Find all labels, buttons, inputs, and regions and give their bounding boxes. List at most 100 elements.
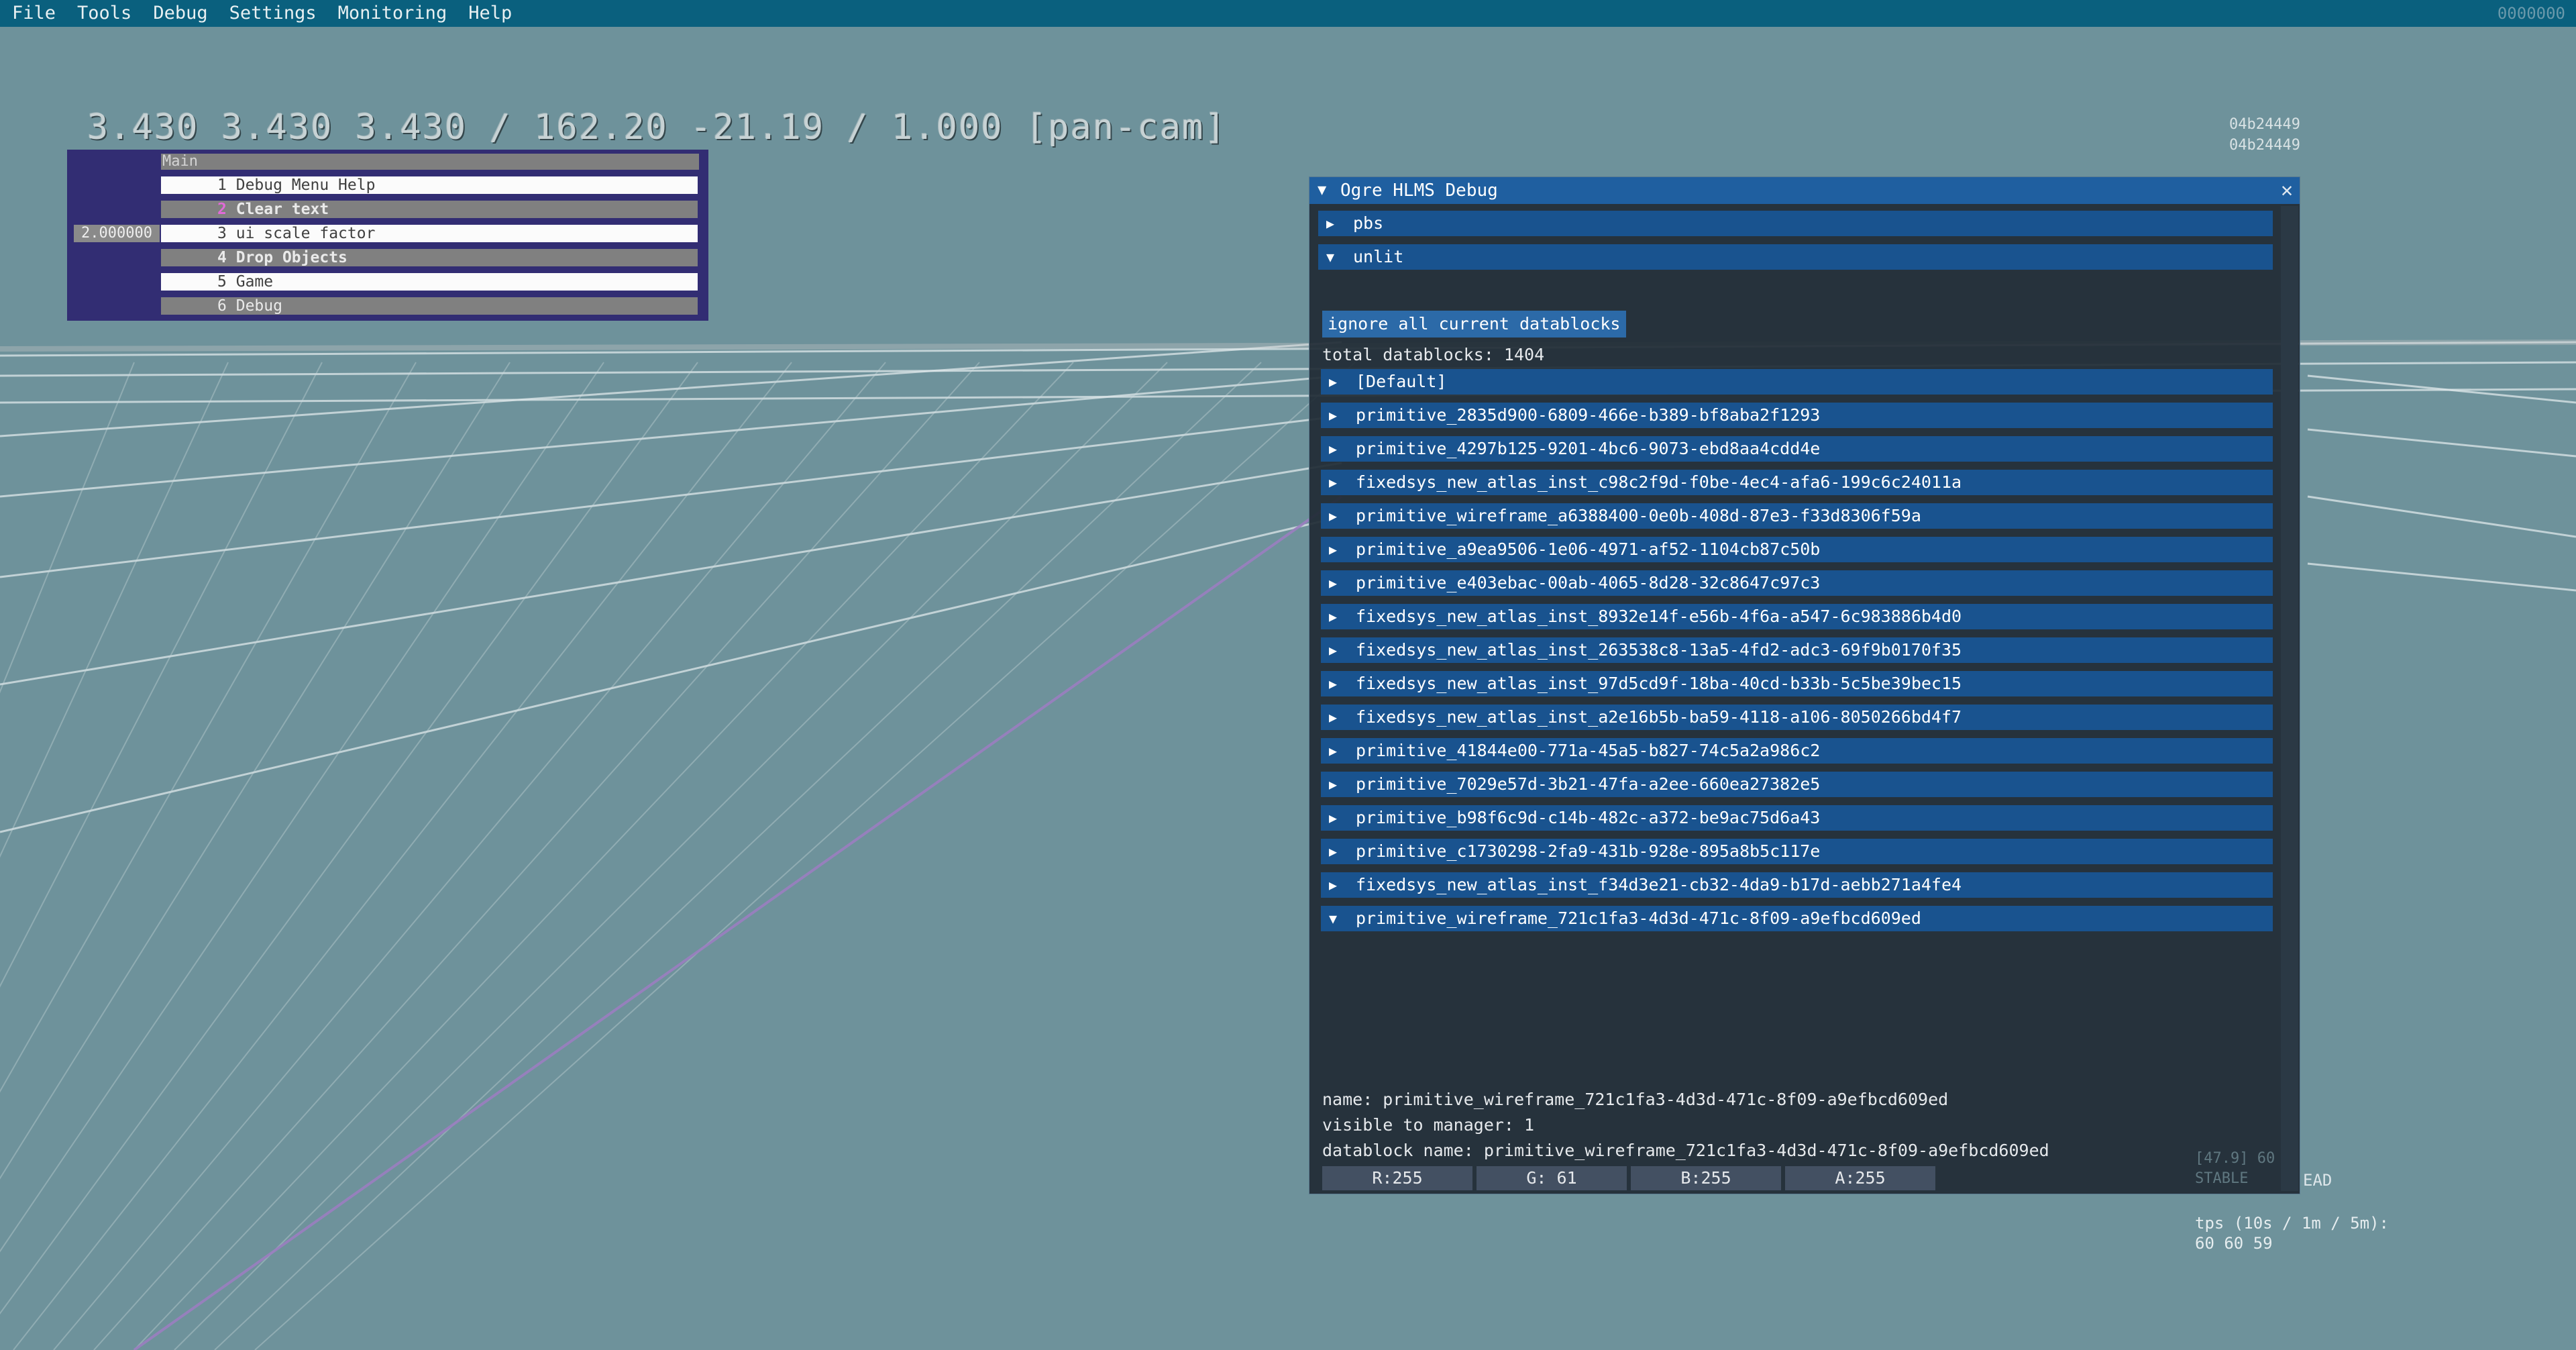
expand-arrow-icon: ▶ <box>1329 541 1338 558</box>
expand-arrow-icon: ▶ <box>1326 215 1335 231</box>
close-icon[interactable]: ✕ <box>2281 177 2293 204</box>
item-number: 4 <box>217 249 227 266</box>
window-titlebar[interactable]: ▼ Ogre HLMS Debug ✕ <box>1309 177 2300 204</box>
item-number: 2 <box>217 201 227 218</box>
menu-help[interactable]: Help <box>458 0 523 27</box>
section-unlit[interactable]: ▼ unlit <box>1318 244 2273 270</box>
color-r-field[interactable]: R:255 <box>1322 1166 1472 1190</box>
datablock-label: primitive_7029e57d-3b21-47fa-a2ee-660ea2… <box>1356 774 1821 794</box>
window-content: ▶ pbs ▼ unlit ignore all current datablo… <box>1318 205 2273 1193</box>
menu-settings[interactable]: Settings <box>219 0 327 27</box>
datablock-row[interactable]: ▶ fixedsys_new_atlas_inst_263538c8-13a5-4… <box>1321 637 2273 663</box>
datablock-row[interactable]: ▶ fixedsys_new_atlas_inst_8932e14f-e56b-4… <box>1321 604 2273 629</box>
tps-values: 60 60 59 <box>2195 1234 2273 1253</box>
datablock-label: primitive_a9ea9506-1e06-4971-af52-1104cb… <box>1356 539 1821 559</box>
debug-menu-title: Main <box>161 154 699 170</box>
faded-stat-line: STABLE <box>2195 1170 2249 1187</box>
datablock-label: primitive_2835d900-6809-466e-b389-bf8aba… <box>1356 405 1821 425</box>
datablock-label: primitive_e403ebac-00ab-4065-8d28-32c864… <box>1356 573 1821 592</box>
datablock-row[interactable]: ▶ primitive_b98f6c9d-c14b-482c-a372-be9ac… <box>1321 805 2273 831</box>
datablock-row[interactable]: ▶ fixedsys_new_atlas_inst_f34d3e21-cb32-4… <box>1321 872 2273 898</box>
expand-arrow-icon: ▶ <box>1329 843 1338 860</box>
datablock-label: fixedsys_new_atlas_inst_97d5cd9f-18ba-40… <box>1356 674 1962 693</box>
datablock-row[interactable]: ▶ fixedsys_new_atlas_inst_c98c2f9d-f0be-4… <box>1321 470 2273 495</box>
expand-arrow-icon: ▶ <box>1329 508 1338 524</box>
expand-arrow-icon: ▶ <box>1329 810 1338 826</box>
datablock-label: fixedsys_new_atlas_inst_8932e14f-e56b-4f… <box>1356 607 1962 626</box>
datablock-label: primitive_41844e00-771a-45a5-b827-74c5a2… <box>1356 741 1821 760</box>
total-datablocks-text: total datablocks: 1404 <box>1322 345 1545 364</box>
color-b-field[interactable]: B:255 <box>1631 1166 1781 1190</box>
expand-arrow-icon: ▶ <box>1329 877 1338 893</box>
debug-menu-item-game[interactable]: 5 Game <box>161 273 698 291</box>
menu-debug[interactable]: Debug <box>142 0 218 27</box>
expand-arrow-icon: ▶ <box>1329 743 1338 759</box>
collapse-arrow-icon: ▼ <box>1326 249 1335 265</box>
datablock-row[interactable]: ▶ primitive_c1730298-2fa9-431b-928e-895a8… <box>1321 839 2273 864</box>
section-label: unlit <box>1353 247 1404 266</box>
item-label: Game <box>235 273 274 291</box>
expand-arrow-icon: ▶ <box>1329 676 1338 692</box>
item-number: 3 <box>217 225 227 242</box>
item-label: Debug Menu Help <box>235 176 376 194</box>
id-line: 04b24449 <box>2229 116 2300 133</box>
item-number: 1 <box>217 176 227 194</box>
hlms-debug-window: ▼ Ogre HLMS Debug ✕ ▶ pbs ▼ unlit ignore… <box>1309 176 2300 1194</box>
datablock-label: [Default] <box>1356 372 1447 391</box>
datablock-row[interactable]: ▶ primitive_7029e57d-3b21-47fa-a2ee-660ea… <box>1321 772 2273 797</box>
datablock-label: fixedsys_new_atlas_inst_c98c2f9d-f0be-4e… <box>1356 472 1962 492</box>
collapse-arrow-icon: ▼ <box>1329 911 1338 927</box>
datablock-row[interactable]: ▶ fixedsys_new_atlas_inst_97d5cd9f-18ba-4… <box>1321 671 2273 696</box>
debug-menu-item-drop-objects[interactable]: 4 Drop Objects <box>161 249 698 266</box>
expand-arrow-icon: ▶ <box>1329 407 1338 423</box>
section-pbs[interactable]: ▶ pbs <box>1318 211 2273 236</box>
datablock-row[interactable]: ▶ fixedsys_new_atlas_inst_a2e16b5b-ba59-4… <box>1321 705 2273 730</box>
item-label: Debug <box>235 297 282 315</box>
datablock-name-text: name: primitive_wireframe_721c1fa3-4d3d-… <box>1322 1090 1949 1109</box>
datablock-full-name-text: datablock name: primitive_wireframe_721c… <box>1322 1141 2049 1160</box>
expand-arrow-icon: ▶ <box>1329 575 1338 591</box>
color-a-field[interactable]: A:255 <box>1785 1166 1935 1190</box>
collapse-triangle-icon[interactable]: ▼ <box>1318 177 1326 204</box>
window-title: Ogre HLMS Debug <box>1340 180 1498 201</box>
datablock-label: fixedsys_new_atlas_inst_263538c8-13a5-4f… <box>1356 640 1962 660</box>
menu-file[interactable]: File <box>0 0 66 27</box>
main-menubar: File Tools Debug Settings Monitoring Hel… <box>0 0 2576 27</box>
window-scrollbar[interactable] <box>2281 206 2298 1191</box>
datablock-row[interactable]: ▶ primitive_4297b125-9201-4bc6-9073-ebd8a… <box>1321 436 2273 462</box>
datablock-row[interactable]: ▶ primitive_2835d900-6809-466e-b389-bf8ab… <box>1321 403 2273 428</box>
datablock-row[interactable]: ▶ primitive_a9ea9506-1e06-4971-af52-1104c… <box>1321 537 2273 562</box>
tps-stats: tps (10s / 1m / 5m): 60 60 59 <box>2195 1213 2389 1253</box>
ignore-datablocks-button[interactable]: ignore all current datablocks <box>1322 311 1626 338</box>
debug-menu-item-help[interactable]: 1 Debug Menu Help <box>161 176 698 194</box>
item-number: 6 <box>217 297 227 315</box>
ui-scale-value: 2.000000 <box>74 225 160 242</box>
color-g-field[interactable]: G: 61 <box>1477 1166 1627 1190</box>
menu-monitoring[interactable]: Monitoring <box>327 0 458 27</box>
datablock-row[interactable]: ▶ primitive_41844e00-771a-45a5-b827-74c5a… <box>1321 738 2273 764</box>
datablock-label: primitive_c1730298-2fa9-431b-928e-895a8b… <box>1356 841 1821 861</box>
datablock-row[interactable]: ▼ primitive_wireframe_721c1fa3-4d3d-471c-… <box>1321 906 2273 931</box>
item-label: Drop Objects <box>235 249 347 266</box>
debug-menu-item-debug[interactable]: 6 Debug <box>161 297 698 315</box>
item-label: ui scale factor <box>235 225 376 242</box>
debug-menu-item-clear-text[interactable]: 2 Clear text <box>161 201 698 218</box>
datablock-label: fixedsys_new_atlas_inst_f34d3e21-cb32-4d… <box>1356 875 1962 894</box>
datablock-row[interactable]: ▶ primitive_e403ebac-00ab-4065-8d28-32c86… <box>1321 570 2273 596</box>
section-label: pbs <box>1353 213 1384 233</box>
item-number: 5 <box>217 273 227 291</box>
faded-stats: [47.9] 60 STABLE <box>2195 1149 2275 1189</box>
debug-menu-panel: Main 2.000000 1 Debug Menu Help 2 Clear … <box>67 150 708 321</box>
expand-arrow-icon: ▶ <box>1329 374 1338 390</box>
tps-title: tps (10s / 1m / 5m): <box>2195 1214 2389 1233</box>
datablock-label: primitive_wireframe_721c1fa3-4d3d-471c-8… <box>1356 908 1921 928</box>
expand-arrow-icon: ▶ <box>1329 776 1338 792</box>
datablock-row[interactable]: ▶ [Default] <box>1321 369 2273 395</box>
menu-tools[interactable]: Tools <box>66 0 142 27</box>
debug-menu-item-ui-scale[interactable]: 3 ui scale factor <box>161 225 698 242</box>
datablock-label: primitive_4297b125-9201-4bc6-9073-ebd8aa… <box>1356 439 1821 458</box>
datablock-row[interactable]: ▶ primitive_wireframe_a6388400-0e0b-408d-… <box>1321 503 2273 529</box>
id-readout: 04b24449 04b24449 <box>2229 114 2300 156</box>
expand-arrow-icon: ▶ <box>1329 474 1338 490</box>
menubar-status-text: 0000000 <box>2497 4 2565 23</box>
